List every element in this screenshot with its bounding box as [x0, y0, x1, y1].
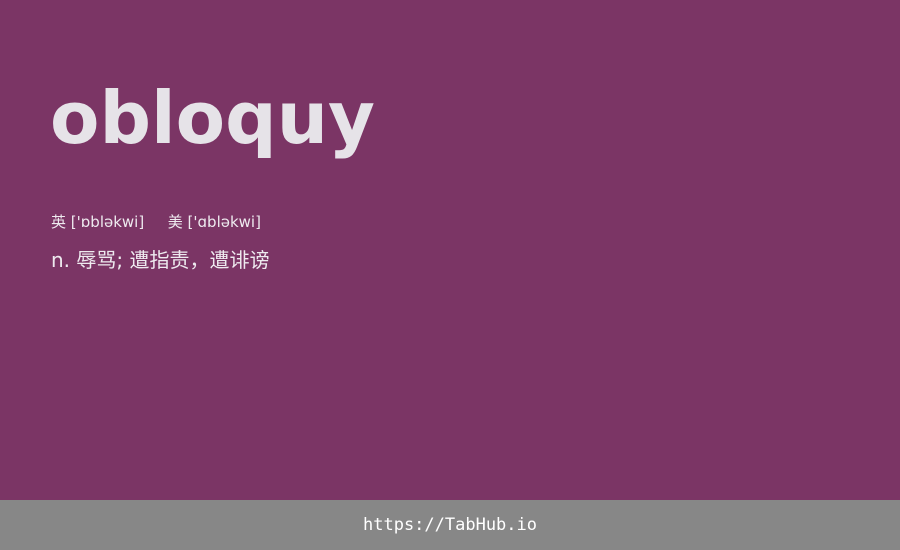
uk-phonetic: ['ɒbləkwi]: [70, 213, 145, 231]
tabhub-link[interactable]: https://TabHub.io: [363, 515, 537, 535]
us-phonetic: ['ɑbləkwi]: [187, 213, 261, 231]
word-card: obloquy 英 ['ɒbləkwi] 美 ['ɑbləkwi] n. 辱骂;…: [0, 0, 900, 500]
definition-text: n. 辱骂; 遭指责，遭诽谤: [51, 248, 270, 272]
phonetics-row: 英 ['ɒbləkwi] 美 ['ɑbləkwi]: [51, 212, 261, 232]
footer-bar: https://TabHub.io: [0, 500, 900, 550]
us-label: 美: [167, 213, 183, 231]
word-title: obloquy: [50, 76, 375, 160]
uk-label: 英: [51, 213, 67, 231]
